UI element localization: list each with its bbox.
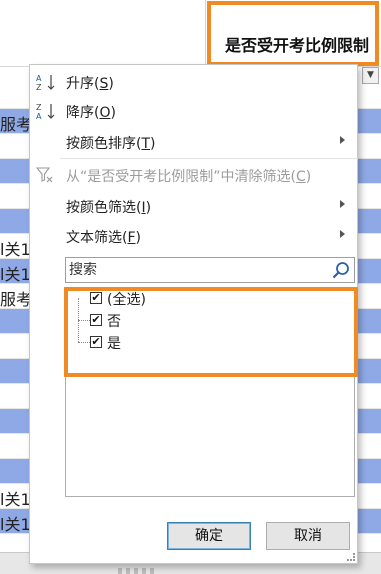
sheet-cell-text: l关1 — [0, 490, 31, 509]
clear-filter-label: 从“是否受开考比例限制”中清除筛选( — [66, 169, 296, 185]
sheet-cell-text: l关1 — [0, 265, 31, 284]
sort-ascending-label: 升序( — [66, 76, 100, 92]
text-filter-paren: ) — [135, 230, 141, 246]
clear-filter-accesskey: C — [295, 169, 306, 185]
svg-text:A: A — [36, 112, 42, 120]
checklist-highlight — [64, 287, 358, 377]
sort-descending-paren: ) — [110, 105, 116, 121]
clear-filter-icon — [35, 166, 58, 184]
svg-text:Z: Z — [36, 83, 42, 91]
submenu-arrow-icon — [340, 230, 345, 238]
submenu-arrow-icon — [340, 200, 345, 208]
filter-by-color-paren: ) — [145, 200, 152, 216]
scrollbar-tick — [134, 568, 138, 574]
sort-by-color-label: 按颜色排序( — [66, 136, 142, 152]
search-box — [65, 257, 355, 283]
sheet-cell-text: l关1 — [0, 240, 31, 259]
ok-button[interactable]: 确定 — [167, 522, 251, 550]
magnifier-icon[interactable] — [332, 261, 350, 279]
sort-ascending-icon: AZ — [36, 73, 58, 92]
svg-text:Z: Z — [36, 103, 42, 112]
sort-descending-label: 降序( — [66, 105, 100, 121]
submenu-arrow-icon — [340, 136, 345, 144]
svg-text:A: A — [36, 74, 42, 83]
menu-separator — [60, 158, 358, 159]
column-header-label[interactable]: 是否受开考比例限制 — [225, 32, 369, 56]
sheet-cell-text: 服考 — [0, 115, 33, 134]
scrollbar-tick — [142, 568, 146, 574]
menu-item-clear-filter: 从“是否受开考比例限制”中清除筛选(C) — [30, 163, 359, 187]
text-filter-accesskey: F — [127, 230, 136, 246]
menu-item-sort-ascending[interactable]: AZ 升序(S) — [30, 70, 359, 94]
resize-grip-icon[interactable] — [347, 553, 355, 561]
scrollbar-tick — [150, 568, 154, 574]
sheet-cell-text: l关1 — [0, 515, 31, 534]
menu-item-sort-descending[interactable]: ZA 降序(O) — [30, 99, 359, 123]
sort-descending-accesskey: O — [99, 105, 111, 121]
sheet-cell-text: 服考 — [0, 290, 33, 309]
column-filter-button[interactable]: ▼ — [362, 67, 379, 84]
text-filter-label: 文本筛选( — [66, 230, 128, 246]
sort-descending-icon: ZA — [36, 102, 58, 121]
menu-item-sort-by-color[interactable]: 按颜色排序(T) — [30, 130, 359, 154]
column-divider — [205, 0, 206, 67]
cancel-button[interactable]: 取消 — [266, 522, 350, 550]
menu-item-text-filter[interactable]: 文本筛选(F) — [30, 224, 359, 248]
sort-by-color-paren: ) — [150, 136, 156, 152]
clear-filter-paren: ) — [305, 169, 312, 185]
scrollbar-tick — [126, 568, 130, 574]
scrollbar-tick — [118, 568, 122, 574]
filter-by-color-label: 按颜色筛选( — [66, 200, 142, 216]
sort-ascending-paren: ) — [108, 76, 114, 92]
sort-by-color-accesskey: T — [141, 136, 151, 152]
search-input[interactable] — [66, 258, 324, 282]
menu-item-filter-by-color[interactable]: 按颜色筛选(I) — [30, 194, 359, 218]
column-header-highlight: 是否受开考比例限制 — [207, 1, 379, 66]
